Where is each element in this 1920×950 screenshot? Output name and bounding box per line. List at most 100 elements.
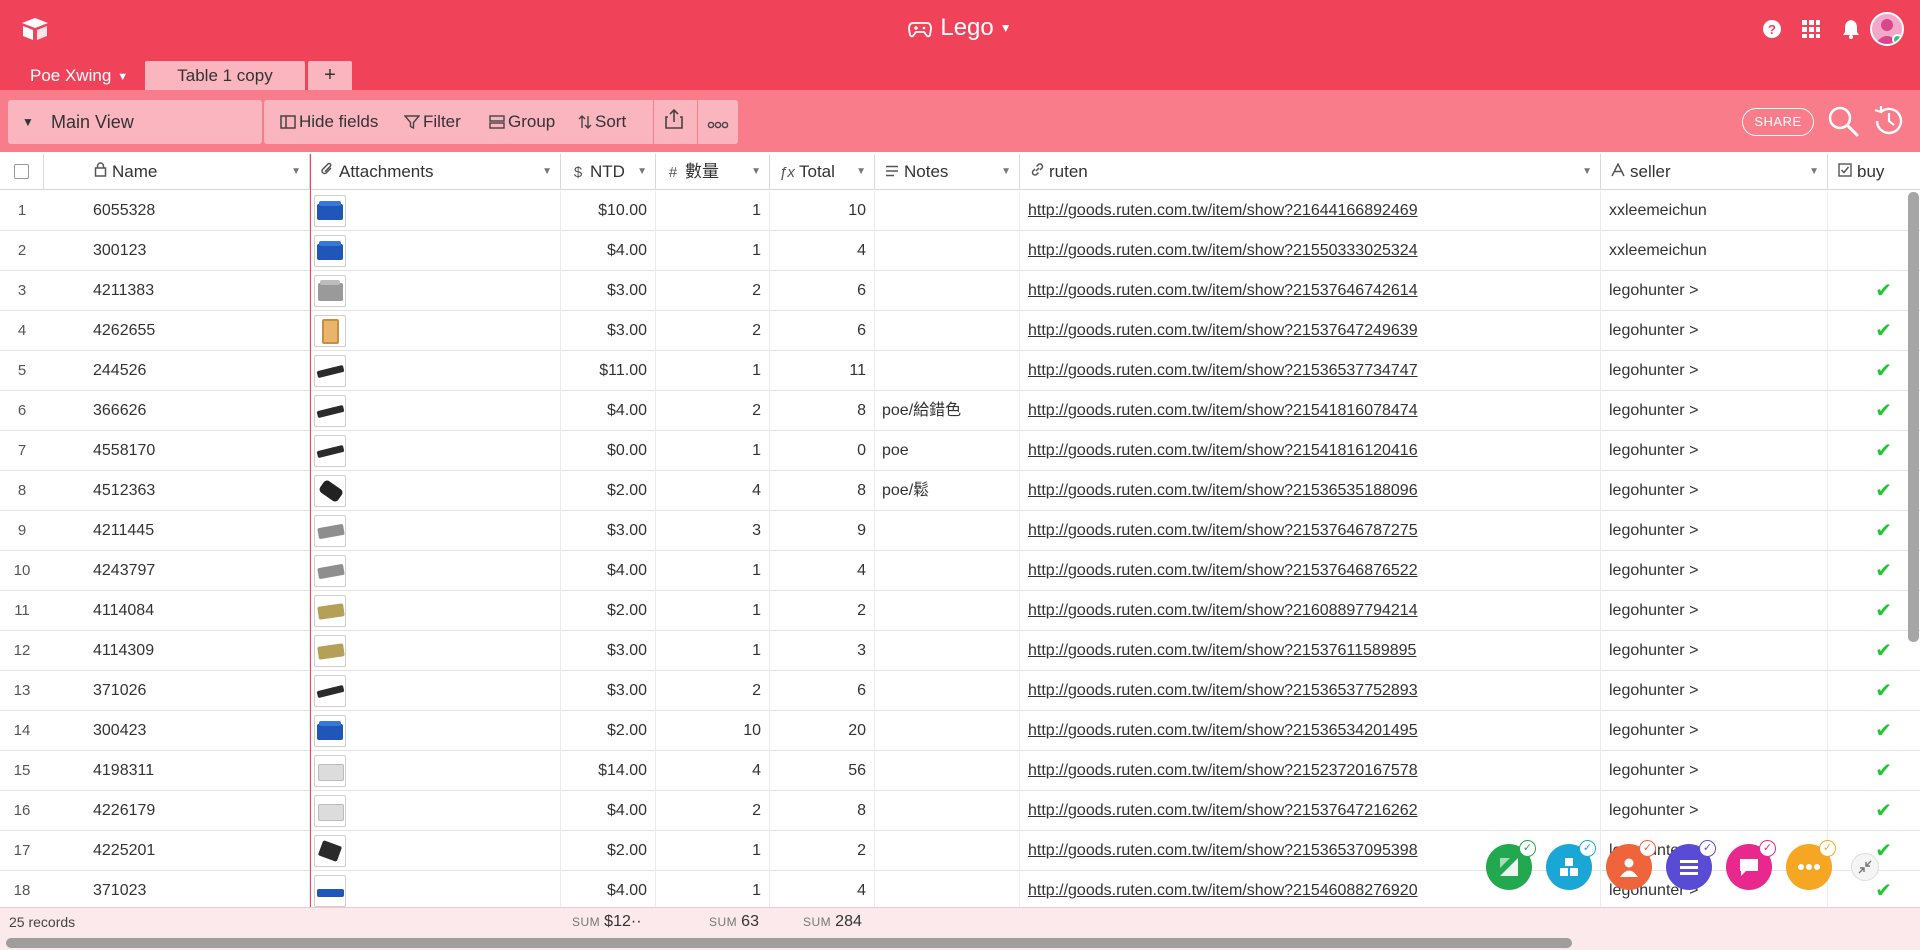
attachments-cell[interactable] bbox=[310, 551, 561, 591]
qty-cell[interactable]: 2 bbox=[656, 671, 770, 711]
attachment-thumbnail[interactable] bbox=[314, 834, 346, 867]
seller-cell[interactable]: legohunter > bbox=[1601, 551, 1828, 591]
qty-cell[interactable]: 1 bbox=[656, 831, 770, 871]
attachments-cell[interactable] bbox=[310, 831, 561, 871]
attachment-thumbnail[interactable] bbox=[314, 274, 346, 307]
attachment-thumbnail[interactable] bbox=[314, 434, 346, 467]
column-header-qty[interactable]: # 數量 ▼ bbox=[656, 154, 770, 190]
help-icon[interactable]: ? bbox=[1757, 14, 1787, 44]
chevron-down-icon[interactable]: ▼ bbox=[291, 154, 301, 189]
notes-cell[interactable]: poe bbox=[875, 431, 1020, 471]
ntd-cell[interactable]: $4.00 bbox=[561, 231, 656, 271]
qty-cell[interactable]: 2 bbox=[656, 271, 770, 311]
ruten-cell[interactable]: http://goods.ruten.com.tw/item/show?2153… bbox=[1020, 511, 1601, 551]
qty-cell[interactable]: 1 bbox=[656, 191, 770, 231]
ntd-cell[interactable]: $3.00 bbox=[561, 671, 656, 711]
attachment-thumbnail[interactable] bbox=[314, 314, 346, 347]
more-options-button[interactable] bbox=[707, 100, 732, 144]
qty-cell[interactable]: 1 bbox=[656, 551, 770, 591]
total-cell[interactable]: 2 bbox=[770, 591, 875, 631]
ruten-link[interactable]: http://goods.ruten.com.tw/item/show?2153… bbox=[1028, 802, 1418, 819]
group-button[interactable]: Group bbox=[489, 100, 555, 144]
ruten-cell[interactable]: http://goods.ruten.com.tw/item/show?2155… bbox=[1020, 231, 1601, 271]
buy-checkbox-cell[interactable]: ✔ bbox=[1828, 351, 1908, 391]
chevron-down-icon[interactable]: ▼ bbox=[542, 154, 552, 189]
table-row[interactable]: 6 366626 $4.00 2 8 poe/給錯色 http://goods.ruten.… bbox=[0, 391, 1920, 431]
qty-cell[interactable]: 1 bbox=[656, 871, 770, 907]
seller-cell[interactable]: legohunter > bbox=[1601, 431, 1828, 471]
qty-cell[interactable]: 4 bbox=[656, 471, 770, 511]
ntd-sum[interactable]: SUM $12·· bbox=[572, 913, 642, 931]
list-app-icon[interactable]: ✓ bbox=[1666, 840, 1716, 890]
name-cell[interactable]: 4114309 bbox=[44, 631, 310, 671]
table-row[interactable]: 13 371026 $3.00 2 6 http://goods.ruten.com.tw… bbox=[0, 671, 1920, 711]
search-icon[interactable] bbox=[1826, 104, 1860, 138]
chat-app-icon[interactable]: ✓ bbox=[1726, 840, 1776, 890]
notes-cell[interactable]: poe/鬆 bbox=[875, 471, 1020, 511]
ruten-link[interactable]: http://goods.ruten.com.tw/item/show?2154… bbox=[1028, 882, 1418, 899]
name-cell[interactable]: 300123 bbox=[44, 231, 310, 271]
qty-cell[interactable]: 1 bbox=[656, 231, 770, 271]
buy-checkbox-cell[interactable]: ✔ bbox=[1828, 271, 1908, 311]
column-header-buy[interactable]: buy bbox=[1828, 154, 1908, 190]
seller-cell[interactable]: legohunter > bbox=[1601, 791, 1828, 831]
ruten-cell[interactable]: http://goods.ruten.com.tw/item/show?2153… bbox=[1020, 271, 1601, 311]
ruten-cell[interactable]: http://goods.ruten.com.tw/item/show?2153… bbox=[1020, 791, 1601, 831]
name-cell[interactable]: 4512363 bbox=[44, 471, 310, 511]
table-row[interactable]: 12 4114309 $3.00 1 3 http://goods.ruten.com.t… bbox=[0, 631, 1920, 671]
ruten-link[interactable]: http://goods.ruten.com.tw/item/show?2153… bbox=[1028, 522, 1418, 539]
table-row[interactable]: 4 4262655 $3.00 2 6 http://goods.ruten.com.tw… bbox=[0, 311, 1920, 351]
ntd-cell[interactable]: $2.00 bbox=[561, 471, 656, 511]
name-cell[interactable]: 371026 bbox=[44, 671, 310, 711]
apps-grid-icon[interactable] bbox=[1796, 14, 1826, 44]
notes-cell[interactable] bbox=[875, 831, 1020, 871]
attachments-cell[interactable] bbox=[310, 631, 561, 671]
ruten-cell[interactable]: http://goods.ruten.com.tw/item/show?2153… bbox=[1020, 471, 1601, 511]
base-title[interactable]: Lego ▼ bbox=[0, 14, 1920, 42]
name-cell[interactable]: 244526 bbox=[44, 351, 310, 391]
total-cell[interactable]: 10 bbox=[770, 191, 875, 231]
attachments-cell[interactable] bbox=[310, 511, 561, 551]
attachments-cell[interactable] bbox=[310, 871, 561, 907]
name-cell[interactable]: 371023 bbox=[44, 871, 310, 907]
total-cell[interactable]: 4 bbox=[770, 231, 875, 271]
notes-cell[interactable] bbox=[875, 631, 1020, 671]
attachment-thumbnail[interactable] bbox=[314, 714, 346, 747]
horizontal-scrollbar[interactable] bbox=[6, 938, 1572, 948]
ruten-link[interactable]: http://goods.ruten.com.tw/item/show?2153… bbox=[1028, 322, 1418, 339]
seller-cell[interactable]: legohunter > bbox=[1601, 271, 1828, 311]
qty-cell[interactable]: 1 bbox=[656, 351, 770, 391]
column-header-seller[interactable]: seller ▼ bbox=[1601, 154, 1828, 190]
notes-cell[interactable] bbox=[875, 751, 1020, 791]
name-cell[interactable]: 4225201 bbox=[44, 831, 310, 871]
attachment-thumbnail[interactable] bbox=[314, 474, 346, 507]
table-row[interactable]: 10 4243797 $4.00 1 4 http://goods.ruten.com.t… bbox=[0, 551, 1920, 591]
seller-cell[interactable]: xxleemeichun bbox=[1601, 231, 1828, 271]
ntd-cell[interactable]: $11.00 bbox=[561, 351, 656, 391]
total-cell[interactable]: 9 bbox=[770, 511, 875, 551]
buy-checkbox-cell[interactable]: ✔ bbox=[1828, 791, 1908, 831]
notes-cell[interactable]: poe/給錯色 bbox=[875, 391, 1020, 431]
column-header-ruten[interactable]: ruten ▼ bbox=[1020, 154, 1601, 190]
attachment-thumbnail[interactable] bbox=[314, 594, 346, 627]
vertical-scrollbar[interactable] bbox=[1908, 192, 1919, 642]
notes-cell[interactable] bbox=[875, 231, 1020, 271]
notes-cell[interactable] bbox=[875, 191, 1020, 231]
seller-cell[interactable]: legohunter > bbox=[1601, 671, 1828, 711]
qty-cell[interactable]: 1 bbox=[656, 591, 770, 631]
column-header-ntd[interactable]: $ NTD ▼ bbox=[561, 154, 656, 190]
qty-sum[interactable]: SUM 63 bbox=[709, 913, 759, 931]
ruten-link[interactable]: http://goods.ruten.com.tw/item/show?2154… bbox=[1028, 442, 1418, 459]
table-row[interactable]: 8 4512363 $2.00 4 8 poe/鬆 http://goods.ruten.c… bbox=[0, 471, 1920, 511]
notes-cell[interactable] bbox=[875, 311, 1020, 351]
attachment-thumbnail[interactable] bbox=[314, 754, 346, 787]
attachment-thumbnail[interactable] bbox=[314, 394, 346, 427]
seller-cell[interactable]: legohunter > bbox=[1601, 311, 1828, 351]
ruten-link[interactable]: http://goods.ruten.com.tw/item/show?2153… bbox=[1028, 682, 1418, 699]
total-cell[interactable]: 6 bbox=[770, 311, 875, 351]
total-cell[interactable]: 56 bbox=[770, 751, 875, 791]
name-cell[interactable]: 4211383 bbox=[44, 271, 310, 311]
table-row[interactable]: 7 4558170 $0.00 1 0 poe http://goods.ruten.com… bbox=[0, 431, 1920, 471]
buy-checkbox-cell[interactable]: ✔ bbox=[1828, 631, 1908, 671]
user-avatar[interactable] bbox=[1870, 12, 1904, 46]
